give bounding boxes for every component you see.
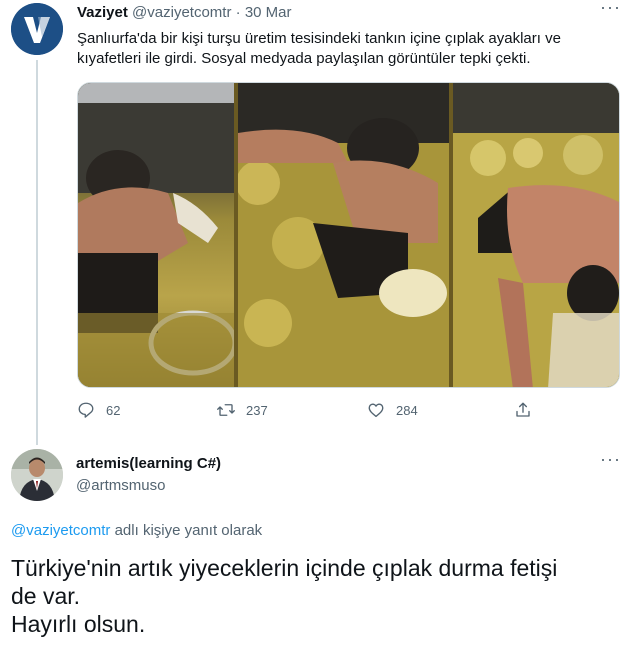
man-holding-cabbage-image (238, 83, 449, 387)
vaziyet-avatar[interactable] (11, 3, 63, 55)
retweet-count: 237 (246, 402, 268, 418)
share-icon (516, 402, 530, 417)
artemis-avatar[interactable] (11, 449, 63, 501)
like-icon (368, 403, 384, 418)
separator: · (235, 4, 241, 21)
media-panel-right (452, 83, 619, 387)
reply-text-line: de var. (11, 583, 81, 609)
display-name[interactable]: Vaziyet (77, 4, 128, 21)
man-in-tank-image (78, 83, 235, 387)
reply-text-line: Türkiye'nin artık yiyeceklerin içinde çı… (11, 555, 558, 581)
retweet-icon (217, 404, 235, 416)
quoted-tweet-header: Vaziyet @vaziyetcomtr · 30 Mar (77, 3, 292, 22)
reply-count: 62 (106, 402, 121, 418)
more-icon[interactable]: ··· (600, 450, 621, 468)
retweet-action[interactable]: 237 (217, 401, 268, 419)
thread-line (36, 60, 38, 445)
tweet-actions: 62 237 284 (77, 401, 617, 425)
tweet-date[interactable]: 30 Mar (245, 4, 292, 21)
share-action[interactable] (514, 401, 543, 419)
like-action[interactable]: 284 (367, 401, 418, 419)
reply-icon (78, 402, 94, 418)
replying-to-suffix: adlı kişiye yanıt olarak (110, 522, 263, 539)
tweet-media[interactable] (77, 82, 620, 388)
reply-tweet-text: Türkiye'nin artık yiyeceklerin içinde çı… (11, 554, 626, 638)
reply-text-line: Hayırlı olsun. (11, 611, 146, 637)
like-count: 284 (396, 402, 418, 418)
mention-link[interactable]: @vaziyetcomtr (11, 522, 110, 539)
reply-display-name[interactable]: artemis(learning C#) (76, 455, 221, 472)
more-icon[interactable]: ··· (600, 0, 621, 16)
media-panel-left (78, 83, 235, 387)
tweet-text: Şanlıurfa'da bir kişi turşu üretim tesis… (77, 30, 561, 67)
handle[interactable]: @vaziyetcomtr (132, 4, 231, 21)
replying-to: @vaziyetcomtr adlı kişiye yanıt olarak (11, 522, 262, 539)
reply-handle[interactable]: @artmsmuso (76, 477, 165, 494)
man-in-suit-avatar-image (11, 449, 63, 501)
media-panel-middle (238, 83, 449, 387)
man-bending-image (452, 83, 619, 387)
reply-action[interactable]: 62 (77, 401, 120, 419)
vaziyet-logo-icon (11, 3, 63, 55)
